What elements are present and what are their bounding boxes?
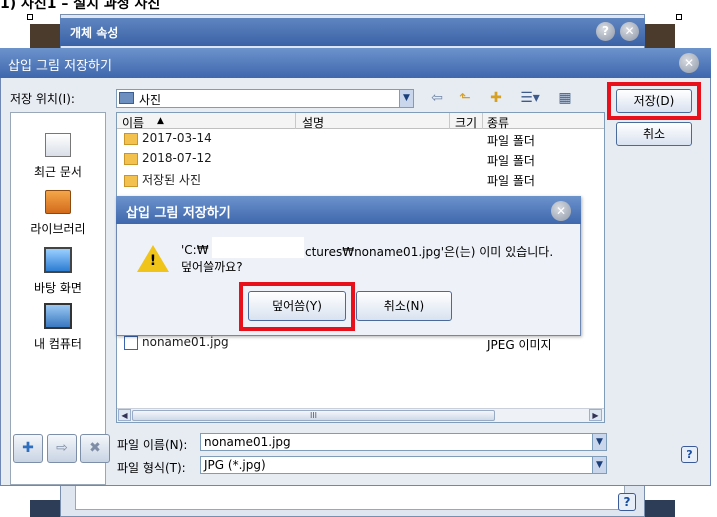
tools-icon[interactable]: ▦ — [555, 88, 575, 108]
column-header-name[interactable]: 이름 — [122, 114, 144, 131]
overwrite-button-highlight — [239, 282, 355, 331]
file-name: 2017-03-14 — [142, 131, 212, 145]
close-icon[interactable]: ✕ — [620, 22, 639, 41]
move-icon[interactable]: ⇨ — [47, 434, 77, 463]
my-computer-icon — [44, 303, 72, 329]
file-name: 2018-07-12 — [142, 151, 212, 165]
sort-ascending-icon: ▲ — [157, 116, 164, 126]
save-location-select[interactable]: 사진 — [116, 89, 414, 108]
file-row[interactable]: 2018-07-12 — [124, 151, 212, 168]
chevron-down-icon[interactable]: ▼ — [592, 434, 606, 450]
folder-icon — [124, 152, 138, 165]
file-name: noname01.jpg — [142, 335, 229, 349]
confirm-message-prefix: 'C:₩ — [181, 243, 209, 257]
column-header-size[interactable]: 크기 — [455, 114, 477, 131]
filename-input[interactable]: noname01.jpg — [200, 433, 607, 451]
file-type: JPEG 이미지 — [487, 338, 552, 352]
place-label: 바탕 화면 — [34, 281, 82, 295]
chevron-down-icon[interactable]: ▼ — [399, 90, 413, 107]
folder-icon — [124, 174, 138, 187]
scroll-right-icon[interactable]: ▶ — [589, 409, 602, 421]
background-photo-bottom-right — [645, 500, 675, 517]
confirm-cancel-button[interactable]: 취소(N) — [356, 291, 452, 321]
place-desktop[interactable]: 바탕 화면 — [10, 247, 106, 296]
up-folder-icon[interactable]: ⬑ — [455, 88, 475, 108]
help-icon[interactable]: ? — [681, 446, 698, 463]
column-divider[interactable] — [449, 113, 450, 129]
column-header-type[interactable]: 종류 — [487, 114, 509, 131]
filename-label: 파일 이름(N): — [117, 438, 188, 452]
add-folder-icon[interactable]: ✚ — [13, 434, 43, 463]
selection-handle[interactable] — [676, 14, 682, 20]
file-row[interactable]: 2017-03-14 — [124, 131, 212, 148]
redacted-path — [212, 237, 304, 258]
save-location-label: 저장 위치(I): — [10, 92, 75, 106]
place-label: 최근 문서 — [34, 165, 82, 179]
library-icon — [45, 190, 71, 214]
file-name: 저장된 사진 — [142, 173, 202, 187]
column-divider[interactable] — [295, 113, 296, 129]
file-type: 파일 폴더 — [487, 134, 535, 148]
column-header-description[interactable]: 설명 — [302, 114, 324, 131]
column-header-bar — [117, 113, 604, 129]
file-row[interactable]: noname01.jpg — [124, 335, 229, 352]
help-icon[interactable]: ? — [596, 22, 615, 41]
document-caption: 1) 사진1 – 설치 과정 사진 — [0, 0, 161, 12]
place-library[interactable]: 라이브러리 — [10, 190, 106, 237]
save-dialog-title: 삽입 그림 저장하기 — [0, 48, 711, 78]
chevron-down-icon[interactable]: ▼ — [592, 457, 606, 473]
selection-handle[interactable] — [27, 14, 33, 20]
warning-mark: ! — [149, 253, 157, 269]
place-my-computer[interactable]: 내 컴퓨터 — [10, 303, 106, 352]
column-divider[interactable] — [482, 113, 483, 129]
file-row[interactable]: 저장된 사진 — [124, 171, 201, 188]
scroll-left-icon[interactable]: ◀ — [118, 409, 131, 421]
new-folder-icon[interactable]: ✚ — [486, 88, 506, 108]
save-button-highlight — [607, 82, 701, 120]
place-label: 라이브러리 — [30, 222, 86, 236]
place-label: 내 컴퓨터 — [34, 337, 82, 351]
filetype-label: 파일 형식(T): — [117, 461, 186, 475]
object-properties-field[interactable] — [75, 482, 625, 510]
folder-icon — [119, 92, 134, 104]
back-arrow-icon[interactable]: ⇦ — [427, 88, 447, 108]
image-file-icon — [124, 335, 138, 350]
recent-documents-icon — [45, 133, 71, 157]
help-icon[interactable]: ? — [618, 493, 636, 511]
file-type: 파일 폴더 — [487, 174, 535, 188]
filetype-select[interactable]: JPG (*.jpg) — [200, 456, 607, 474]
file-type: 파일 폴더 — [487, 154, 535, 168]
close-icon[interactable]: ✕ — [679, 53, 699, 73]
place-recent-documents[interactable]: 최근 문서 — [10, 133, 106, 180]
cancel-button[interactable]: 취소 — [616, 122, 692, 146]
object-properties-title: 개체 속성 — [60, 18, 645, 46]
confirm-message-suffix: ctures₩noname01.jpg'은(는) 이미 있습니다. — [305, 245, 554, 259]
scrollbar-thumb[interactable]: III — [132, 410, 495, 421]
view-menu-icon[interactable]: ☰▾ — [516, 88, 544, 108]
desktop-icon — [44, 247, 72, 273]
confirm-dialog-title: 삽입 그림 저장하기 — [116, 196, 581, 224]
close-icon[interactable]: ✕ — [551, 201, 571, 221]
folder-icon — [124, 132, 138, 145]
delete-icon[interactable]: ✖ — [80, 434, 110, 463]
background-photo-bottom-left — [30, 500, 60, 517]
confirm-message-question: 덮어쓸까요? — [181, 260, 243, 274]
